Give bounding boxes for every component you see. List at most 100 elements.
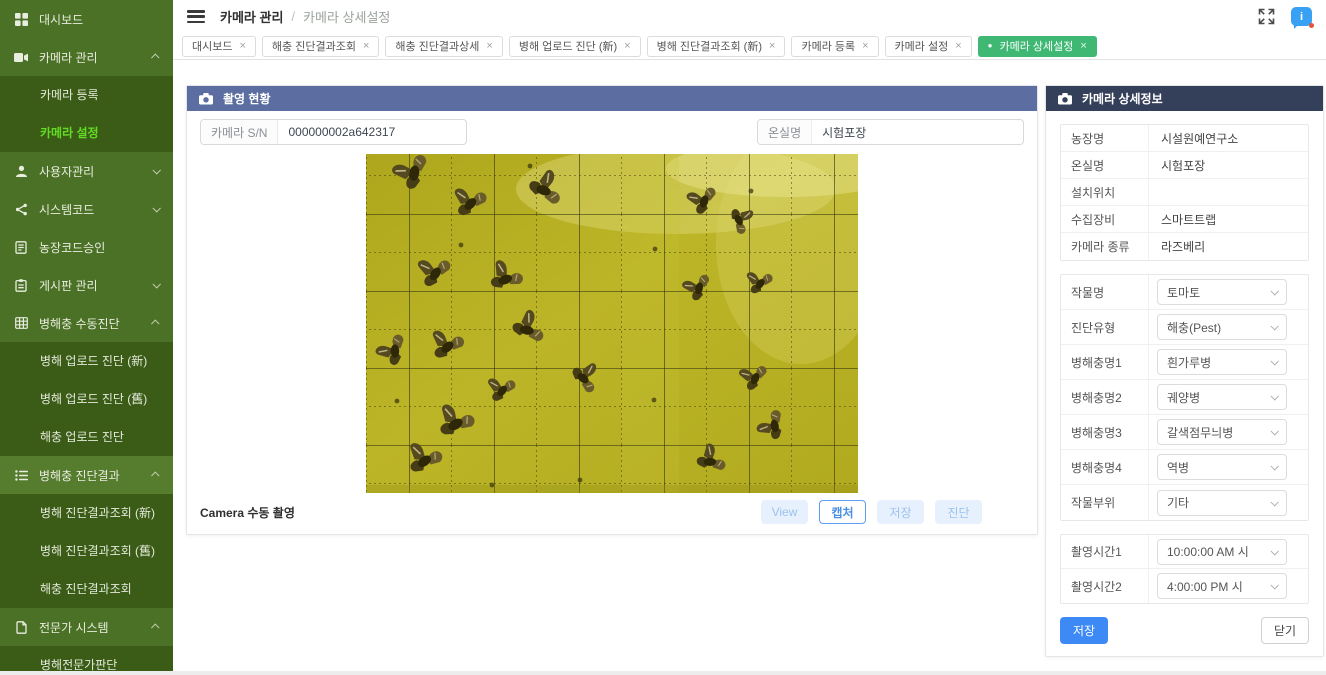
sidebar-subitem-disease-upload-diagnosis-new[interactable]: 병해 업로드 진단 (新): [0, 342, 173, 380]
row-label: 병해충명3: [1061, 415, 1149, 449]
row-label: 작물부위: [1061, 485, 1149, 520]
sidebar-subitem-disease-upload-diagnosis-old[interactable]: 병해 업로드 진단 (舊): [0, 380, 173, 418]
sidebar-item-pest-manual-diagnosis[interactable]: 병해충 수동진단: [0, 304, 173, 342]
detail-panel-title: 카메라 상세정보: [1082, 90, 1163, 107]
chevron-down-icon: [152, 166, 160, 174]
table-row: 수집장비스마트트랩: [1061, 206, 1308, 233]
table-row: 병해충명4역병: [1061, 450, 1308, 485]
row-value: [1149, 179, 1308, 205]
greenhouse-name-input[interactable]: 시험포장: [812, 120, 1023, 144]
save-button[interactable]: 저장: [1060, 617, 1108, 644]
view-button[interactable]: View: [761, 500, 808, 524]
open-tabs-bar: 대시보드×해충 진단결과조회×해충 진단결과상세×병해 업로드 진단 (新)×병…: [173, 33, 1326, 60]
camera-icon: [14, 50, 28, 64]
chevron-up-icon: [151, 471, 159, 479]
row-label: 병해충명2: [1061, 380, 1149, 414]
sidebar-subitem-camera-settings[interactable]: 카메라 설정: [0, 114, 173, 152]
breadcrumb-section[interactable]: 카메라 관리: [220, 7, 283, 26]
tab-item[interactable]: 해충 진단결과조회 ×: [262, 36, 379, 57]
sidebar-subitem-disease-result-view-new[interactable]: 병해 진단결과조회 (新): [0, 494, 173, 532]
table-row: 온실명시험포장: [1061, 152, 1308, 179]
sidebar-subitem-camera-register[interactable]: 카메라 등록: [0, 76, 173, 114]
tab-item[interactable]: 카메라 설정×: [885, 36, 972, 57]
sidebar-item-system-code[interactable]: 시스템코드: [0, 190, 173, 228]
main-area: 카메라 관리 / 카메라 상세설정 i: [173, 0, 1326, 675]
sidebar-subitem-pest-upload-diagnosis[interactable]: 해충 업로드 진단: [0, 418, 173, 456]
hamburger-menu-icon[interactable]: [187, 10, 205, 23]
sidebar-item-farm-code-approval[interactable]: 농장코드승인: [0, 228, 173, 266]
chevron-down-icon: [1270, 427, 1278, 435]
sidebar-item-dashboard[interactable]: 대시보드: [0, 0, 173, 38]
tab-close-icon[interactable]: ×: [1080, 40, 1086, 52]
sidebar-item-camera-management[interactable]: 카메라 관리: [0, 38, 173, 76]
manual-capture-label: Camera 수동 촬영: [200, 504, 295, 521]
row-value: 토마토: [1149, 275, 1308, 309]
select-진단유형[interactable]: 해충(Pest): [1157, 314, 1287, 340]
chevron-down-icon: [1270, 581, 1278, 589]
select-병해충명3[interactable]: 갈색점무늬병: [1157, 419, 1287, 445]
detail-panel-header: 카메라 상세정보: [1046, 86, 1323, 111]
sidebar-item-board-management[interactable]: 게시판 관리: [0, 266, 173, 304]
bottom-scrollbar-track[interactable]: [0, 671, 1326, 675]
chat-notification-icon[interactable]: i: [1291, 7, 1312, 26]
notification-dot: [1309, 23, 1314, 28]
table-row: 병해충명1흰가루병: [1061, 345, 1308, 380]
tab-close-icon[interactable]: ×: [486, 40, 492, 52]
capture-time-table: 촬영시간110:00:00 AM 시촬영시간24:00:00 PM 시: [1060, 534, 1309, 604]
fullscreen-icon[interactable]: [1258, 8, 1275, 25]
tab-item[interactable]: 카메라 등록×: [791, 36, 878, 57]
row-value: 해충(Pest): [1149, 310, 1308, 344]
tab-item[interactable]: 병해 진단결과조회 (新)×: [647, 36, 786, 57]
capture-action-button[interactable]: 저장: [877, 500, 924, 524]
trap-speck: [578, 478, 583, 483]
capture-panel-header: 촬영 현황: [187, 86, 1037, 111]
row-value: 라즈베리: [1149, 233, 1308, 260]
chevron-down-icon: [1270, 392, 1278, 400]
tab-close-icon[interactable]: ×: [363, 40, 369, 52]
tab-close-icon[interactable]: ×: [769, 40, 775, 52]
select-병해충명4[interactable]: 역병: [1157, 454, 1287, 480]
trap-photo: [366, 154, 858, 493]
row-label: 작물명: [1061, 275, 1149, 309]
trap-speck: [395, 399, 400, 404]
chevron-up-icon: [151, 623, 159, 631]
table-row: 카메라 종류라즈베리: [1061, 233, 1308, 260]
tab-active-item[interactable]: ●카메라 상세설정×: [978, 36, 1097, 57]
tab-item[interactable]: 대시보드×: [182, 36, 256, 57]
breadcrumb-separator: /: [291, 9, 295, 24]
row-label: 카메라 종류: [1061, 233, 1149, 260]
camera-sn-input[interactable]: 000000002a642317: [278, 120, 466, 144]
tab-close-icon[interactable]: ×: [624, 40, 630, 52]
capture-action-button[interactable]: 진단: [935, 500, 982, 524]
sidebar-item-expert-system[interactable]: 전문가 시스템: [0, 608, 173, 646]
tab-close-icon[interactable]: ×: [862, 40, 868, 52]
tab-item[interactable]: 병해 업로드 진단 (新)×: [509, 36, 641, 57]
sidebar-submenu: 병해 업로드 진단 (新)병해 업로드 진단 (舊)해충 업로드 진단: [0, 342, 173, 456]
tab-item[interactable]: 해충 진단결과상세×: [385, 36, 502, 57]
select-촬영시간1[interactable]: 10:00:00 AM 시: [1157, 539, 1287, 565]
sidebar-subitem-disease-result-view-old[interactable]: 병해 진단결과조회 (舊): [0, 532, 173, 570]
tab-close-icon[interactable]: ×: [239, 40, 245, 52]
select-병해충명2[interactable]: 궤양병: [1157, 384, 1287, 410]
capture-footer: Camera 수동 촬영 View 캡처 저장 진단: [187, 500, 1037, 524]
select-촬영시간2[interactable]: 4:00:00 PM 시: [1157, 573, 1287, 599]
capture-action-button[interactable]: 캡처: [819, 500, 866, 524]
sidebar-item-pest-diagnosis-results[interactable]: 병해충 진단결과: [0, 456, 173, 494]
tab-label: 해충 진단결과조회: [272, 38, 356, 54]
greenhouse-name-group: 온실명 시험포장: [757, 119, 1024, 145]
close-button[interactable]: 닫기: [1261, 617, 1309, 644]
tab-close-icon[interactable]: ×: [955, 40, 961, 52]
select-value: 기타: [1167, 494, 1189, 511]
sidebar-item-user-management[interactable]: 사용자관리: [0, 152, 173, 190]
sidebar-subitem-pest-result-view[interactable]: 해충 진단결과조회: [0, 570, 173, 608]
trap-speck: [459, 243, 464, 248]
chevron-down-icon: [1270, 287, 1278, 295]
select-value: 갈색점무늬병: [1167, 424, 1233, 441]
select-작물부위[interactable]: 기타: [1157, 490, 1287, 516]
table-row: 설치위치: [1061, 179, 1308, 206]
select-value: 궤양병: [1167, 389, 1200, 406]
row-label: 수집장비: [1061, 206, 1149, 232]
select-작물명[interactable]: 토마토: [1157, 279, 1287, 305]
select-병해충명1[interactable]: 흰가루병: [1157, 349, 1287, 375]
sticky-trap-image: [366, 154, 858, 493]
